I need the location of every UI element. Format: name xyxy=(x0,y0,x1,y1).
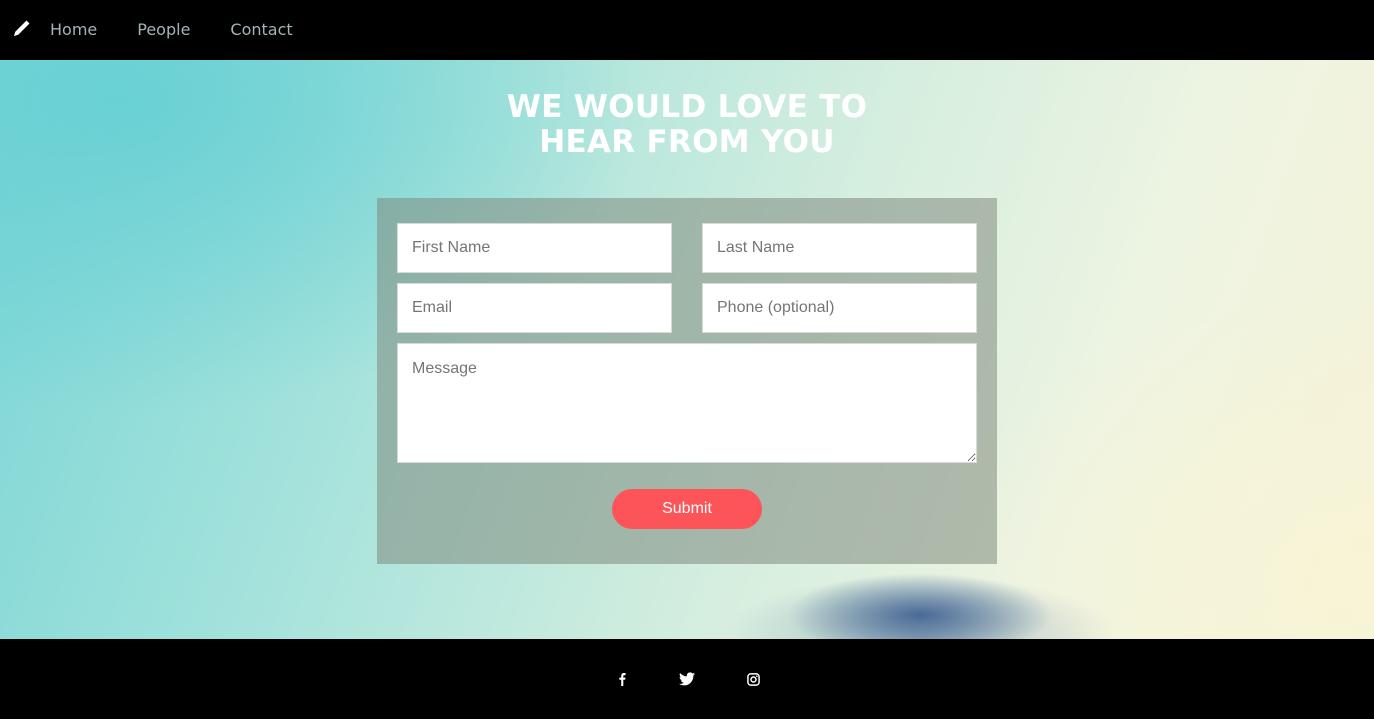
hero-section: WE WOULD LOVE TO HEAR FROM YOU Submit xyxy=(0,60,1374,639)
message-field[interactable] xyxy=(397,343,977,463)
nav-link-people[interactable]: People xyxy=(137,0,190,60)
phone-field[interactable] xyxy=(702,283,977,333)
footer xyxy=(0,639,1374,719)
last-name-field[interactable] xyxy=(702,223,977,273)
instagram-icon[interactable] xyxy=(742,668,764,690)
email-field[interactable] xyxy=(397,283,672,333)
nav-link-home[interactable]: Home xyxy=(50,0,97,60)
page-title: WE WOULD LOVE TO HEAR FROM YOU xyxy=(506,89,868,160)
facebook-icon[interactable] xyxy=(611,668,633,690)
contact-form: Submit xyxy=(377,198,997,564)
top-navbar: Home People Contact xyxy=(0,0,1374,60)
first-name-field[interactable] xyxy=(397,223,672,273)
twitter-icon[interactable] xyxy=(676,668,698,690)
pencil-icon xyxy=(11,17,33,44)
brand-logo[interactable] xyxy=(0,0,50,60)
nav-link-contact[interactable]: Contact xyxy=(230,0,292,60)
submit-button[interactable]: Submit xyxy=(612,489,762,529)
